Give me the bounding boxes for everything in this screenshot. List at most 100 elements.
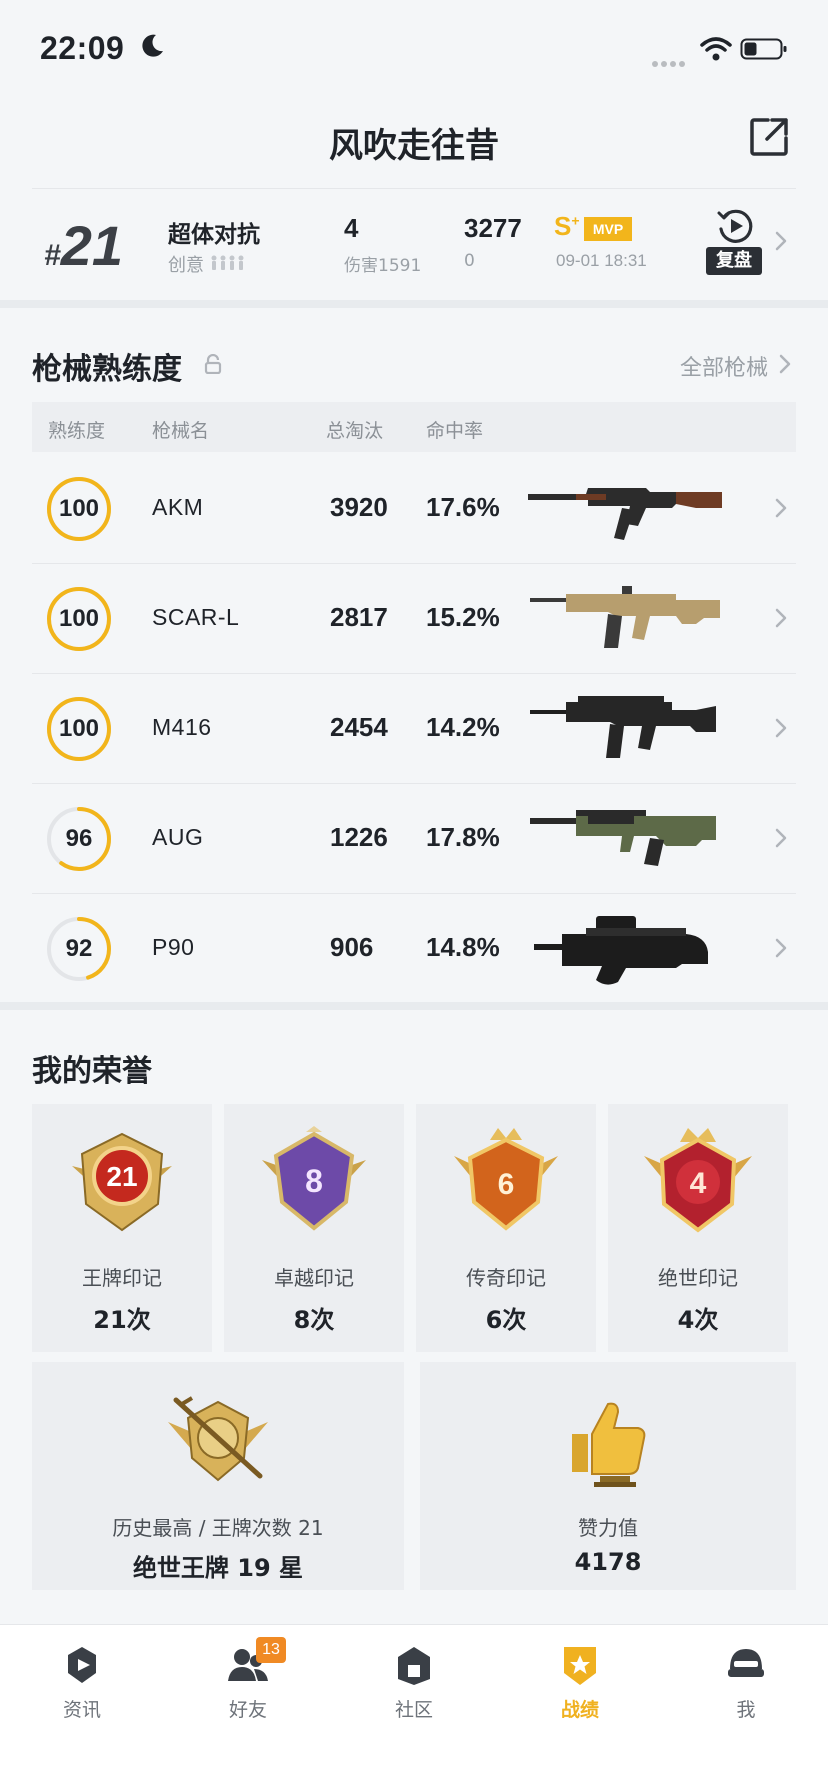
svg-text:4: 4 (690, 1167, 707, 1200)
weapon-name: SCAR-L (152, 604, 240, 630)
nav-item-news[interactable]: 资讯 (22, 1643, 142, 1733)
honor-label: 卓越印记 (274, 1266, 354, 1290)
nav-item-friends[interactable]: 13 好友 (188, 1637, 308, 1733)
replay-icon (717, 209, 753, 243)
page-header: 风吹走往昔 (0, 100, 828, 184)
m416-rifle-icon (530, 696, 716, 758)
honor-count: 4次 (677, 1306, 719, 1334)
weapons-table-header: 熟练度 枪械名 总淘汰 命中率 (32, 402, 796, 452)
p90-smg-icon (534, 916, 708, 985)
match-damage: 伤害1591 (344, 256, 422, 276)
weapon-accuracy: 15.2% (426, 602, 500, 632)
scar-rifle-icon (530, 586, 720, 648)
col-mastery: 熟练度 (48, 420, 106, 442)
honor-card-excellence[interactable]: 8 卓越印记 8次 (224, 1104, 404, 1352)
weapon-kills: 2817 (330, 602, 388, 632)
legend-badge-icon: 6 (454, 1128, 558, 1231)
lock-icon[interactable] (204, 354, 222, 374)
honor-card-ace[interactable]: 21 王牌印记 21次 (32, 1104, 212, 1352)
weapon-kills: 1226 (330, 822, 388, 852)
chevron-right-icon (775, 718, 787, 738)
match-mode-sub: 创意 (168, 251, 246, 277)
friends-badge: 13 (256, 1637, 286, 1663)
weapon-row[interactable]: 100 SCAR-L 2817 15.2% (32, 564, 796, 674)
honors-title: 我的荣誉 (32, 1054, 152, 1089)
weapon-row[interactable]: 100 M416 2454 14.2% (32, 674, 796, 784)
chevron-right-icon (779, 354, 791, 374)
nav-item-profile[interactable]: 我 (686, 1643, 806, 1733)
mastery-value: 100 (58, 605, 100, 632)
mastery-value: 100 (58, 495, 100, 522)
best-rank-label: 历史最高 / 王牌次数 21 (112, 1516, 324, 1540)
svg-text:21: 21 (106, 1161, 137, 1192)
mastery-value: 96 (65, 825, 93, 852)
nav-item-record[interactable]: 战绩 (520, 1643, 640, 1733)
excellence-badge-icon: 8 (262, 1126, 366, 1231)
nav-label: 战绩 (560, 1699, 599, 1721)
news-icon (68, 1647, 96, 1683)
weapon-kills: 3920 (330, 492, 388, 522)
replay-button[interactable]: 复盘 (706, 207, 762, 281)
match-mode: 超体对抗 (168, 222, 260, 248)
weapon-row[interactable]: 96 AUG 1226 17.8% (32, 784, 796, 894)
honor-label: 王牌印记 (82, 1266, 162, 1290)
recent-match-row[interactable]: #21 超体对抗 创意 4 伤害1591 3277 0 S+ MVP 09-01… (32, 188, 796, 298)
weapon-name: AUG (152, 824, 204, 850)
mastery-value: 100 (58, 715, 100, 742)
weapons-header: 枪械熟练度 全部枪械 (32, 338, 796, 388)
community-icon (398, 1647, 430, 1685)
nav-label: 好友 (228, 1699, 267, 1721)
share-icon[interactable] (748, 116, 790, 158)
weapon-row[interactable]: 100 AKM 3920 17.6% (32, 454, 796, 564)
section-divider (0, 1002, 828, 1010)
likes-label: 赞力值 (578, 1516, 638, 1540)
honor-label: 绝世印记 (658, 1266, 738, 1290)
honor-count: 8次 (293, 1306, 335, 1334)
akm-rifle-icon (528, 488, 722, 540)
match-score-sub: 0 (464, 251, 475, 271)
honor-count: 6次 (485, 1306, 527, 1334)
weapon-accuracy: 14.2% (426, 712, 500, 742)
peerless-badge-icon: 4 (644, 1128, 752, 1233)
wifi-icon (700, 37, 732, 61)
all-weapons-link[interactable]: 全部枪械 (680, 350, 768, 382)
honor-card-likes[interactable]: 赞力值 4178 (420, 1362, 796, 1590)
weapon-name: AKM (152, 494, 204, 520)
chevron-right-icon (775, 498, 787, 518)
mastery-value: 92 (65, 935, 93, 962)
weapon-name: P90 (152, 934, 195, 960)
honor-label: 传奇印记 (466, 1266, 546, 1290)
signal-icon (652, 52, 690, 67)
weapon-kills: 2454 (330, 712, 388, 742)
mvp-badge: MVP (584, 217, 632, 241)
chevron-right-icon (775, 608, 787, 628)
weapon-name: M416 (152, 714, 212, 740)
best-rank-value: 绝世王牌 19 星 (132, 1554, 304, 1582)
status-time: 22:09 (40, 30, 125, 66)
honor-card-legend[interactable]: 6 传奇印记 6次 (416, 1104, 596, 1352)
thumbs-up-icon (572, 1402, 646, 1487)
record-icon (564, 1647, 596, 1685)
best-rank-badge-icon (168, 1396, 268, 1482)
weapon-row[interactable]: 92 P90 906 14.8% (32, 894, 796, 1004)
chevron-right-icon (775, 231, 787, 251)
col-kills: 总淘汰 (326, 420, 384, 442)
honor-card-peerless[interactable]: 4 绝世印记 4次 (608, 1104, 788, 1352)
chevron-right-icon (775, 938, 787, 958)
col-name: 枪械名 (152, 420, 210, 442)
col-accuracy: 命中率 (426, 420, 484, 442)
match-grade: S+ (554, 211, 580, 241)
honor-card-best-rank[interactable]: 历史最高 / 王牌次数 21 绝世王牌 19 星 (32, 1362, 404, 1590)
weapon-accuracy: 17.6% (426, 492, 500, 522)
status-bar: 22:09 (0, 0, 828, 96)
match-time: 09-01 18:31 (556, 251, 647, 270)
moon-icon (142, 34, 163, 57)
weapons-title: 枪械熟练度 (32, 352, 182, 387)
chevron-right-icon (775, 828, 787, 848)
weapon-accuracy: 14.8% (426, 932, 500, 962)
aug-rifle-icon (530, 810, 716, 866)
nav-item-community[interactable]: 社区 (354, 1643, 474, 1733)
section-divider (0, 300, 828, 308)
nav-label: 我 (736, 1699, 756, 1721)
profile-icon (728, 1649, 764, 1677)
